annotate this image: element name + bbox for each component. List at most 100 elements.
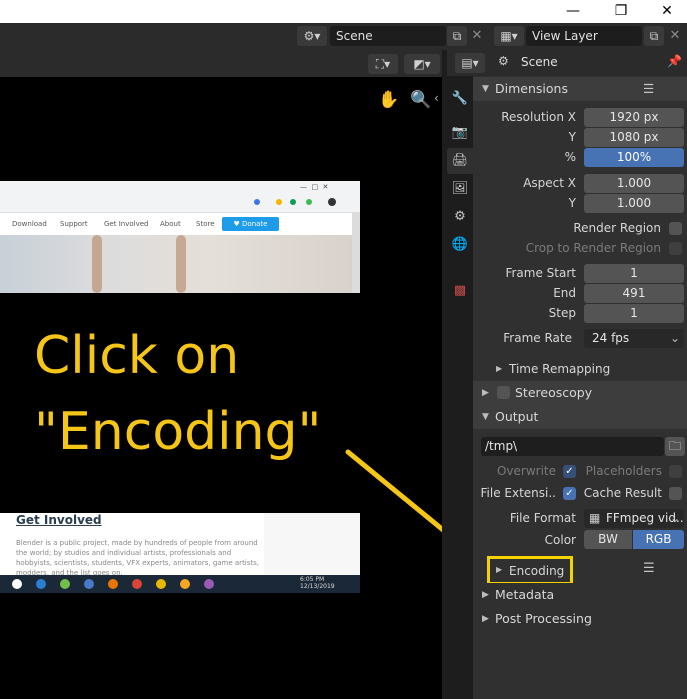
view-layer-name-field[interactable]: View Layer bbox=[526, 26, 642, 46]
frame-step-field[interactable]: 1 bbox=[584, 304, 684, 323]
chevron-down-icon: ⌄ bbox=[669, 331, 680, 345]
aspect-x-field[interactable]: 1.000 bbox=[584, 174, 684, 193]
file-format-dropdown[interactable]: ▦ FFmpeg vid.. ⌄ bbox=[584, 509, 684, 528]
taskbar-clock: 6:05 PM 12/13/2019 bbox=[300, 576, 335, 590]
frame-rate-dropdown[interactable]: 24 fps ⌄ bbox=[584, 329, 684, 348]
folder-browse-icon[interactable]: 🗀 bbox=[665, 437, 685, 456]
output-path-field[interactable]: /tmp\ bbox=[481, 437, 664, 456]
avatar bbox=[328, 198, 336, 206]
render-region-checkbox[interactable] bbox=[669, 222, 682, 235]
crop-region-label: Crop to Render Region bbox=[525, 241, 661, 255]
scene-tab-icon[interactable]: ⚙ bbox=[447, 204, 473, 230]
browser-scrollbar bbox=[352, 213, 360, 293]
tool-tab-icon[interactable]: 🔧 bbox=[447, 86, 473, 112]
world-tab-icon[interactable]: 🌐 bbox=[447, 232, 473, 258]
resolution-percent-slider[interactable]: 100% bbox=[584, 148, 684, 167]
expanded-icon: ▼ bbox=[482, 412, 489, 422]
file-extensions-label: File Extensi.. bbox=[480, 486, 557, 500]
overwrite-checkbox[interactable]: ✓ bbox=[563, 465, 576, 478]
remove-view-layer-icon[interactable]: ✕ bbox=[666, 26, 684, 46]
aspect-y-label: Y bbox=[568, 196, 576, 210]
resolution-y-field[interactable]: 1080 px bbox=[584, 128, 684, 147]
crop-region-checkbox[interactable] bbox=[669, 242, 682, 255]
new-scene-icon[interactable]: ⧉ bbox=[447, 26, 467, 46]
view-layer-tab-icon[interactable]: 🖼 bbox=[447, 176, 473, 202]
scene-name-field[interactable]: Scene bbox=[330, 26, 446, 46]
render-region-label: Render Region bbox=[573, 221, 661, 235]
collapse-arrow-icon[interactable]: ‹ bbox=[434, 91, 439, 105]
film-icon: ▦ bbox=[589, 511, 601, 525]
stereoscopy-panel-header[interactable]: ▶ Stereoscopy bbox=[473, 381, 687, 405]
render-tab-icon[interactable]: 📷 bbox=[447, 120, 473, 146]
chrome-icon bbox=[132, 579, 142, 589]
restore-button[interactable]: ❐ bbox=[598, 0, 644, 23]
texture-tab-icon[interactable]: ▩ bbox=[447, 278, 473, 304]
collapsed-icon: ▶ bbox=[482, 388, 489, 398]
minimize-button[interactable]: — bbox=[550, 0, 596, 23]
stereoscopy-title: Stereoscopy bbox=[515, 385, 593, 400]
color-rgb-button[interactable]: RGB bbox=[633, 530, 684, 549]
nav-download: Download bbox=[12, 220, 47, 228]
remove-scene-icon[interactable]: ✕ bbox=[468, 26, 486, 46]
app-icon bbox=[180, 579, 190, 589]
frame-end-field[interactable]: 491 bbox=[584, 284, 684, 303]
blender-icon bbox=[108, 579, 118, 589]
file-extensions-checkbox[interactable]: ✓ bbox=[563, 487, 576, 500]
browser-chrome: — □ ✕ bbox=[0, 181, 360, 213]
post-processing-panel-header[interactable]: ▶ Post Processing bbox=[473, 607, 687, 631]
view-layer-selector-icon[interactable]: ▦▾ bbox=[494, 26, 524, 46]
shading-mode-icon[interactable]: ◩▾ bbox=[404, 54, 440, 74]
folder-icon bbox=[156, 579, 166, 589]
scene-selector-icon[interactable]: ⚙▾ bbox=[297, 26, 327, 46]
output-panel-header[interactable]: ▼ Output bbox=[473, 405, 687, 429]
post-processing-title: Post Processing bbox=[495, 611, 592, 626]
frame-rate-label: Frame Rate bbox=[503, 331, 572, 345]
encoding-highlight-box bbox=[487, 556, 573, 585]
aspect-x-label: Aspect X bbox=[523, 176, 576, 190]
color-bw-button[interactable]: BW bbox=[584, 530, 632, 549]
cache-result-checkbox[interactable] bbox=[669, 487, 682, 500]
chevron-down-icon: ⌄ bbox=[669, 511, 680, 525]
aspect-y-field[interactable]: 1.000 bbox=[584, 194, 684, 213]
collapsed-icon: ▶ bbox=[482, 590, 489, 600]
new-view-layer-icon[interactable]: ⧉ bbox=[644, 26, 664, 46]
time-remapping-subpanel[interactable]: Time Remapping bbox=[509, 362, 610, 376]
nav-about: About bbox=[160, 220, 181, 228]
app-icon bbox=[60, 579, 70, 589]
embedded-browser-screenshot: — □ ✕ Download Support Get Involved Abou… bbox=[0, 181, 360, 293]
app-icon bbox=[84, 579, 94, 589]
dimensions-title: Dimensions bbox=[495, 81, 568, 96]
output-tab-icon[interactable]: 🖨 bbox=[447, 148, 473, 174]
overwrite-label: Overwrite bbox=[496, 464, 556, 478]
vscode-icon bbox=[36, 579, 46, 589]
collapsed-icon: ▶ bbox=[482, 614, 489, 624]
encoding-presets-list-icon[interactable]: ☰ bbox=[643, 561, 655, 576]
presets-list-icon[interactable]: ☰ bbox=[643, 77, 654, 101]
close-button[interactable]: ✕ bbox=[644, 0, 687, 23]
placeholders-checkbox[interactable] bbox=[669, 465, 682, 478]
windows-start-icon bbox=[12, 579, 22, 589]
zoom-icon[interactable]: 🔍 bbox=[410, 90, 431, 110]
ext-icon bbox=[254, 199, 260, 205]
frame-rate-value: 24 fps bbox=[592, 331, 630, 345]
hero-rope bbox=[92, 235, 102, 293]
ext-icon bbox=[276, 199, 282, 205]
pin-icon[interactable]: 📌 bbox=[667, 54, 682, 68]
hand-pan-icon[interactable]: ✋ bbox=[378, 90, 399, 110]
get-involved-title: Get Involved bbox=[16, 513, 102, 527]
frame-start-field[interactable]: 1 bbox=[584, 264, 684, 283]
ext-icon bbox=[290, 199, 296, 205]
resolution-x-field[interactable]: 1920 px bbox=[584, 108, 684, 127]
instruction-line-2: "Encoding" bbox=[34, 402, 322, 462]
editor-type-icon[interactable]: ▤▾ bbox=[455, 53, 485, 73]
frame-step-label: Step bbox=[548, 306, 576, 320]
metadata-panel-header[interactable]: ▶ Metadata bbox=[473, 583, 687, 607]
expanded-icon: ▼ bbox=[482, 84, 489, 94]
instruction-line-1: Click on bbox=[34, 326, 240, 386]
dimensions-panel-header[interactable]: ▼ Dimensions ☰ bbox=[473, 77, 687, 101]
cache-result-label: Cache Result bbox=[583, 486, 662, 500]
overlay-toggle-icon[interactable]: ⛶▾ bbox=[368, 54, 398, 74]
stereoscopy-checkbox[interactable] bbox=[497, 386, 510, 399]
app-icon bbox=[204, 579, 214, 589]
collapsed-icon: ▶ bbox=[496, 364, 503, 373]
